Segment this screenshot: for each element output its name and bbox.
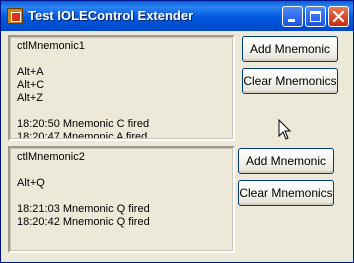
maximize-icon	[310, 11, 321, 22]
log-line: ctlMnemonic2	[17, 151, 85, 163]
log-line: Alt+Q	[17, 177, 45, 189]
log-line: 18:20:50 Mnemonic C fired	[17, 118, 150, 130]
minimize-icon	[288, 19, 295, 22]
close-icon	[332, 10, 345, 23]
mouse-pointer-icon	[278, 119, 292, 140]
log-line: Alt+Z	[17, 92, 43, 104]
mnemonic-log-2[interactable]: ctlMnemonic2 Alt+Q 18:21:03 Mnemonic Q f…	[8, 146, 235, 253]
log-line: 18:20:47 Mnemonic A fired	[17, 131, 148, 141]
log-line: 18:20:42 Mnemonic Q fired	[17, 216, 150, 228]
log-line: Alt+C	[17, 79, 45, 91]
title-bar[interactable]: Test IOLEControl Extender	[1, 1, 353, 31]
minimize-button[interactable]	[282, 6, 303, 27]
add-mnemonic-button-1[interactable]: Add Mnemonic	[242, 36, 338, 62]
window-title: Test IOLEControl Extender	[28, 8, 194, 23]
add-mnemonic-button-2[interactable]: Add Mnemonic	[238, 148, 334, 174]
maximize-button[interactable]	[305, 6, 326, 27]
client-area: ctlMnemonic1 Alt+A Alt+C Alt+Z 18:20:50 …	[5, 31, 349, 258]
main-window: Test IOLEControl Extender ctlMnemonic1 A…	[0, 0, 354, 263]
clear-mnemonics-button-1[interactable]: Clear Mnemonics	[242, 68, 338, 94]
mnemonic-log-1[interactable]: ctlMnemonic1 Alt+A Alt+C Alt+Z 18:20:50 …	[8, 35, 235, 141]
clear-mnemonics-button-2[interactable]: Clear Mnemonics	[238, 180, 334, 206]
app-icon[interactable]	[7, 8, 23, 24]
log-line: 18:21:03 Mnemonic Q fired	[17, 203, 150, 215]
log-line: Alt+A	[17, 66, 44, 78]
log-line: ctlMnemonic1	[17, 40, 85, 52]
close-button[interactable]	[328, 6, 349, 27]
